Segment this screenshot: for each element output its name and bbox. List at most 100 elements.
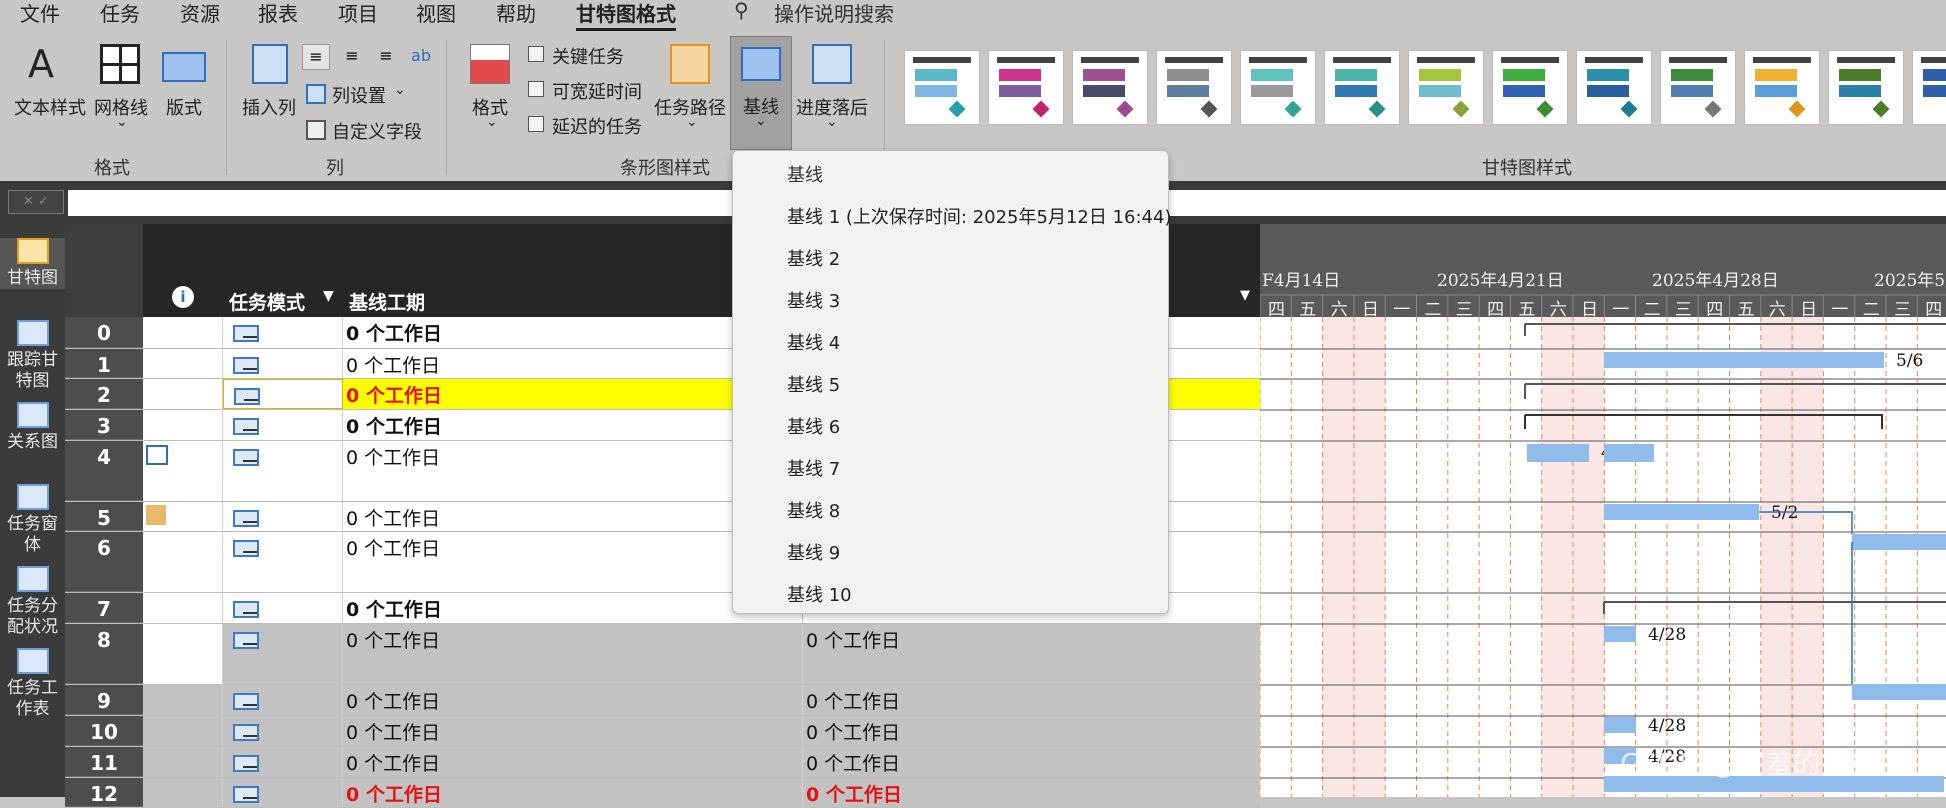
duration-cell[interactable]: 0 个工作日: [803, 716, 1260, 746]
view-item[interactable]: 甘特图: [0, 238, 65, 289]
critical-tasks-checkbox[interactable]: [528, 46, 544, 62]
baseline-duration-cell[interactable]: 0 个工作日: [343, 685, 803, 715]
search-label[interactable]: 操作说明搜索: [774, 0, 894, 27]
indicator-cell[interactable]: [143, 685, 223, 715]
row-number[interactable]: 4: [65, 441, 143, 501]
insert-column-button[interactable]: 插入列: [242, 94, 296, 120]
text-style-icon[interactable]: A: [28, 42, 72, 86]
baseline-menu-item[interactable]: 基线 5: [787, 371, 840, 397]
indicator-cell[interactable]: [143, 593, 223, 623]
chevron-down-icon[interactable]: ⌄: [826, 114, 838, 130]
format-bar-icon[interactable]: [470, 44, 510, 84]
cancel-confirm-icons[interactable]: ✕ ✓: [8, 190, 64, 214]
task-mode-cell[interactable]: [223, 593, 343, 623]
wrap-text-icon[interactable]: ab: [408, 44, 434, 70]
row-number[interactable]: 10: [65, 716, 143, 746]
chevron-down-icon[interactable]: ⌄: [116, 114, 128, 130]
gantt-style-option[interactable]: [1156, 50, 1232, 125]
baseline-menu-item[interactable]: 基线 7: [787, 455, 840, 481]
layout-button[interactable]: 版式: [166, 94, 202, 120]
table-row[interactable]: 11 0 个工作日 0 个工作日: [65, 747, 1260, 778]
column-settings-button[interactable]: 列设置: [332, 82, 386, 108]
task-mode-cell[interactable]: [223, 502, 343, 531]
table-row[interactable]: 12 0 个工作日 0 个工作日: [65, 778, 1260, 808]
tab-gantt-format[interactable]: 甘特图格式: [576, 0, 676, 31]
duration-cell[interactable]: 0 个工作日: [803, 685, 1260, 715]
custom-fields-icon[interactable]: [306, 120, 326, 140]
baseline-menu-item[interactable]: 基线 2: [787, 245, 840, 271]
gantt-style-option[interactable]: [1744, 50, 1820, 125]
info-icon[interactable]: i: [172, 286, 194, 308]
align-right-icon[interactable]: ≡: [372, 44, 400, 70]
align-left-icon[interactable]: ≡: [302, 44, 330, 70]
column-header-mode[interactable]: 任务模式: [229, 288, 305, 315]
view-item[interactable]: 任务分 配状况: [0, 566, 65, 638]
tab-report[interactable]: 报表: [258, 0, 298, 27]
chevron-down-icon[interactable]: ⌄: [686, 114, 698, 130]
gantt-style-option[interactable]: [988, 50, 1064, 125]
view-item[interactable]: 关系图: [0, 402, 65, 453]
indicator-cell[interactable]: [143, 317, 223, 348]
chevron-down-icon[interactable]: ▼: [1240, 288, 1250, 303]
chevron-down-icon[interactable]: ▼: [323, 288, 334, 304]
row-number[interactable]: 3: [65, 410, 143, 440]
baseline-menu-item[interactable]: 基线 10: [787, 581, 852, 607]
column-header-duration[interactable]: 基线工期: [349, 288, 425, 315]
task-mode-cell[interactable]: [223, 410, 343, 440]
gantt-style-option[interactable]: [1576, 50, 1652, 125]
gridlines-icon[interactable]: [100, 44, 140, 84]
indicator-cell[interactable]: [143, 532, 223, 592]
view-item[interactable]: 任务窗 体: [0, 484, 65, 556]
row-number[interactable]: 12: [65, 778, 143, 807]
late-tasks-label[interactable]: 延迟的任务: [552, 113, 642, 139]
custom-fields-button[interactable]: 自定义字段: [332, 118, 422, 144]
baseline-duration-cell[interactable]: 0 个工作日: [343, 778, 803, 807]
search-icon[interactable]: ⚲: [734, 0, 749, 22]
baseline-duration-cell[interactable]: 0 个工作日: [343, 624, 803, 684]
indicator-cell[interactable]: [143, 349, 223, 378]
task-mode-cell[interactable]: [223, 349, 343, 378]
tab-file[interactable]: 文件: [20, 0, 60, 27]
slippage-icon[interactable]: [812, 44, 852, 84]
slack-checkbox[interactable]: [528, 81, 544, 97]
gantt-style-option[interactable]: [1408, 50, 1484, 125]
gantt-style-option[interactable]: [1324, 50, 1400, 125]
indicator-cell[interactable]: [143, 410, 223, 440]
layout-icon[interactable]: [162, 52, 206, 82]
gantt-style-option[interactable]: [1072, 50, 1148, 125]
tab-resource[interactable]: 资源: [180, 0, 220, 27]
row-number[interactable]: 2: [65, 379, 143, 409]
baseline-duration-cell[interactable]: 0 个工作日: [343, 716, 803, 746]
indicator-cell[interactable]: [143, 379, 223, 409]
task-mode-cell[interactable]: [223, 778, 343, 807]
slack-label[interactable]: 可宽延时间: [552, 78, 642, 104]
chevron-down-icon[interactable]: ⌄: [486, 114, 498, 130]
task-mode-cell[interactable]: [223, 685, 343, 715]
baseline-menu-item[interactable]: 基线 4: [787, 329, 840, 355]
task-mode-cell[interactable]: [223, 317, 343, 348]
indicator-cell[interactable]: [143, 624, 223, 684]
task-mode-cell[interactable]: [223, 441, 343, 501]
row-number[interactable]: 9: [65, 685, 143, 715]
baseline-button[interactable]: 基线 ⌄: [730, 36, 792, 150]
baseline-menu-item[interactable]: 基线 6: [787, 413, 840, 439]
text-style-button[interactable]: 文本样式: [14, 94, 86, 120]
indicator-cell[interactable]: [143, 747, 223, 777]
indicator-cell[interactable]: [143, 502, 223, 531]
duration-cell[interactable]: 0 个工作日: [803, 624, 1260, 684]
late-tasks-checkbox[interactable]: [528, 116, 544, 132]
tab-view[interactable]: 视图: [416, 0, 456, 27]
task-mode-cell[interactable]: [223, 624, 343, 684]
column-settings-icon[interactable]: [306, 84, 326, 104]
gantt-style-option[interactable]: [1828, 50, 1904, 125]
baseline-duration-cell[interactable]: 0 个工作日: [343, 747, 803, 777]
row-number[interactable]: 5: [65, 502, 143, 531]
gantt-style-option[interactable]: [1660, 50, 1736, 125]
critical-tasks-label[interactable]: 关键任务: [552, 43, 624, 69]
row-number[interactable]: 11: [65, 747, 143, 777]
gantt-style-option[interactable]: [904, 50, 980, 125]
indicator-cell[interactable]: [143, 716, 223, 746]
duration-cell[interactable]: 0 个工作日: [803, 778, 1260, 807]
gantt-style-option[interactable]: [1240, 50, 1316, 125]
table-row[interactable]: 8 0 个工作日 0 个工作日: [65, 624, 1260, 685]
